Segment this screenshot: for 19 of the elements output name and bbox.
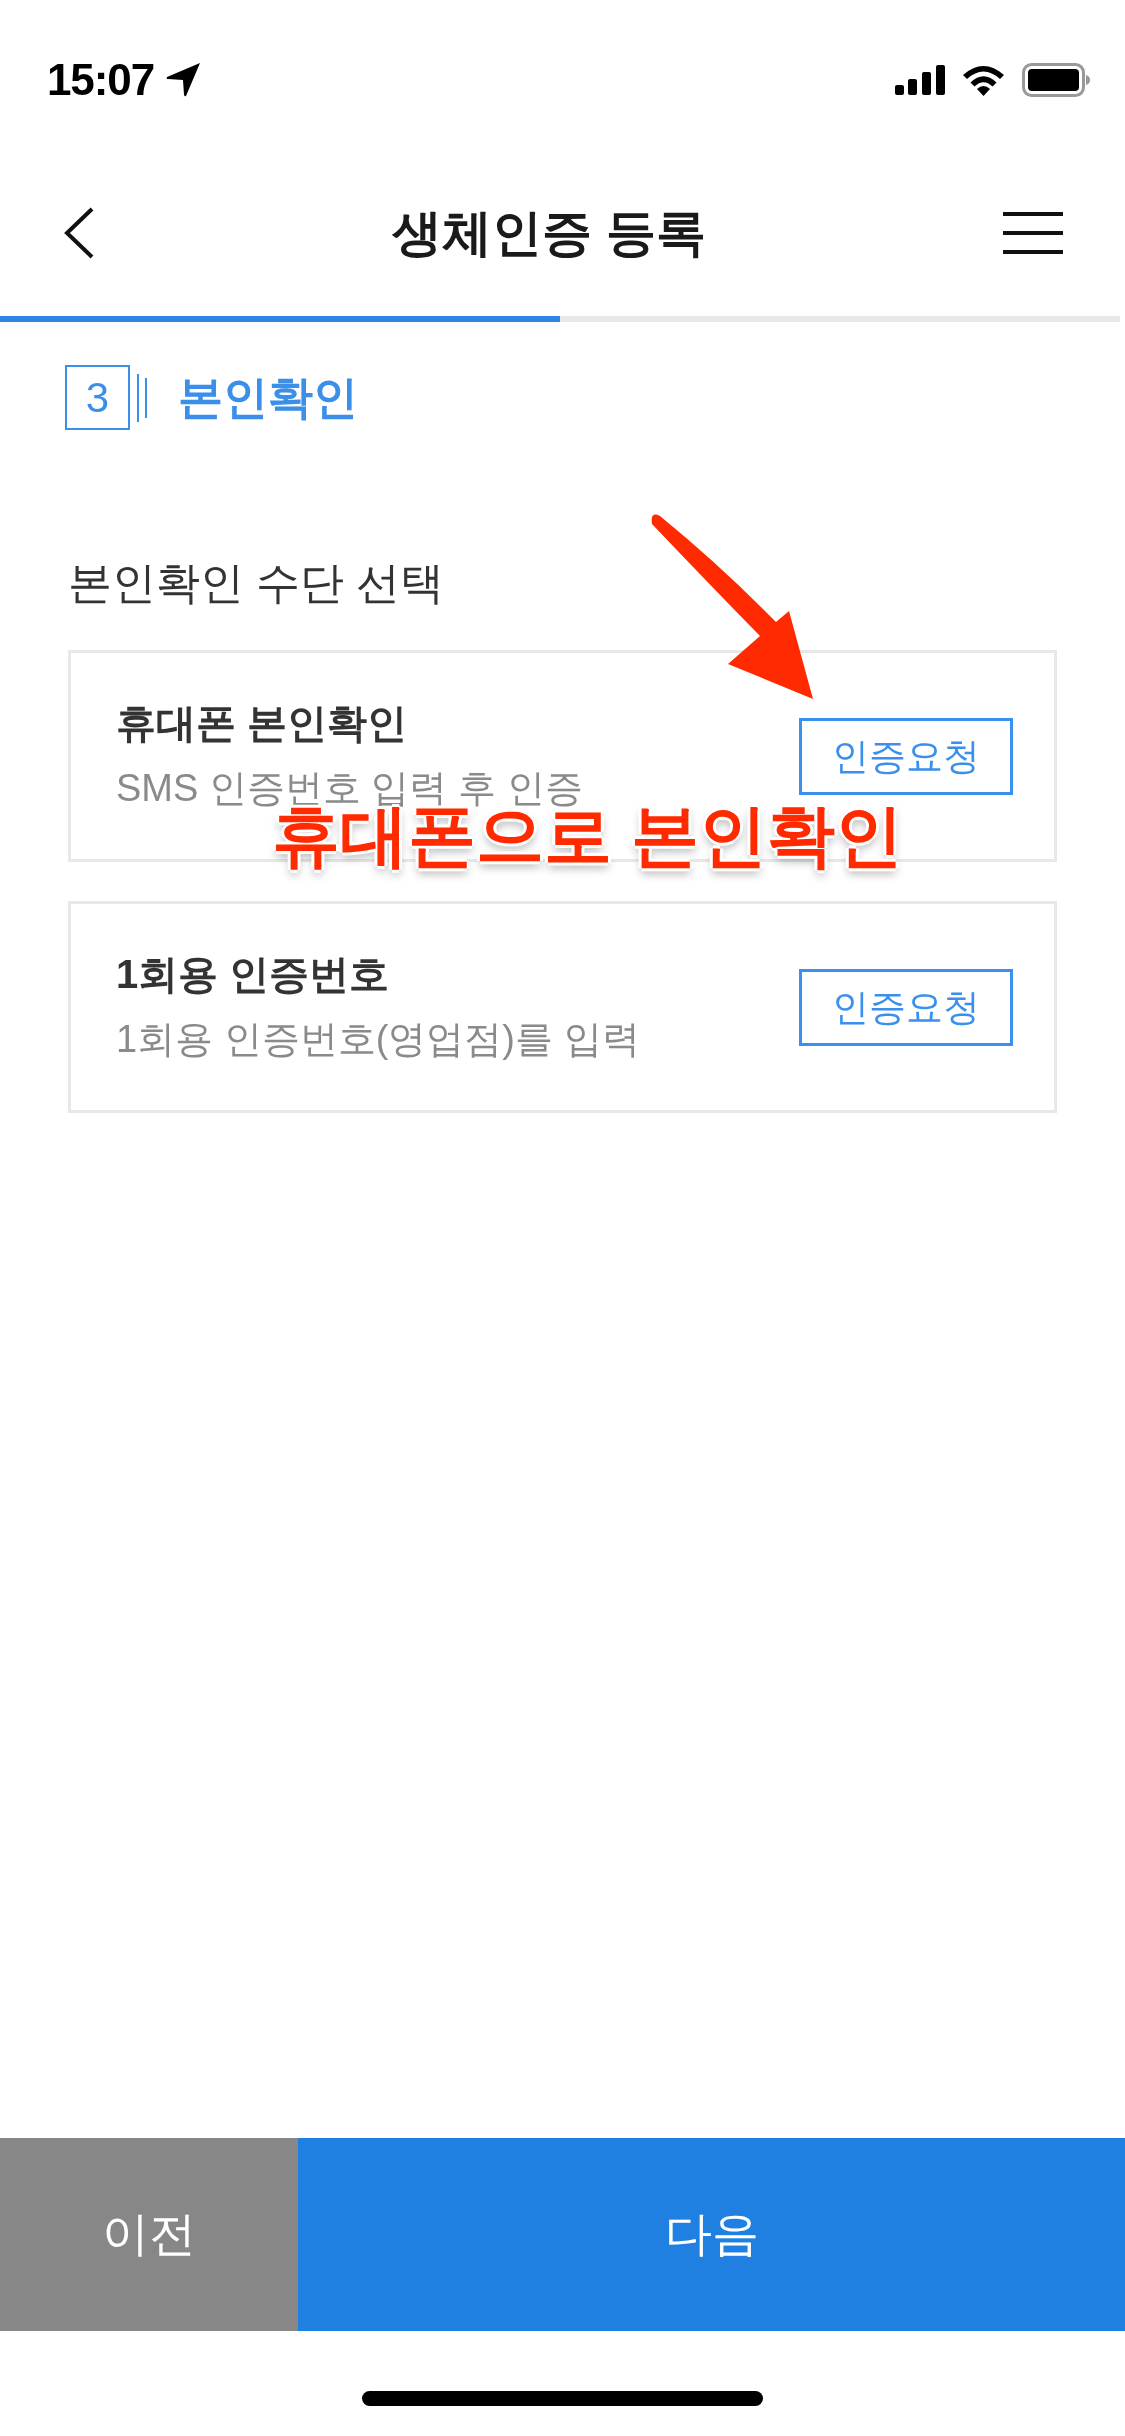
battery-icon (1022, 63, 1090, 97)
signal-icon (895, 65, 945, 95)
request-auth-button[interactable]: 인증요청 (799, 717, 1013, 795)
location-arrow-icon (166, 63, 202, 97)
previous-button[interactable]: 이전 (0, 2138, 298, 2331)
back-icon[interactable] (63, 207, 95, 259)
menu-icon[interactable] (1003, 212, 1063, 254)
stacked-lines-icon (136, 373, 148, 422)
step-title: 본인확인 (178, 375, 358, 420)
page-title: 생체인증 등록 (392, 208, 706, 258)
next-button[interactable]: 다음 (298, 2138, 1125, 2331)
status-time: 15:07 (47, 58, 155, 102)
request-auth-button[interactable]: 인증요청 (799, 968, 1013, 1046)
section-title: 본인확인 수단 선택 (68, 557, 445, 609)
method-title: 휴대폰 본인확인 (116, 700, 408, 747)
method-description: 1회용 인증번호(영업점)를 입력 (116, 1017, 640, 1062)
method-title: 1회용 인증번호 (116, 951, 390, 998)
step-number: 3 (65, 365, 130, 430)
wifi-icon (961, 64, 1006, 96)
